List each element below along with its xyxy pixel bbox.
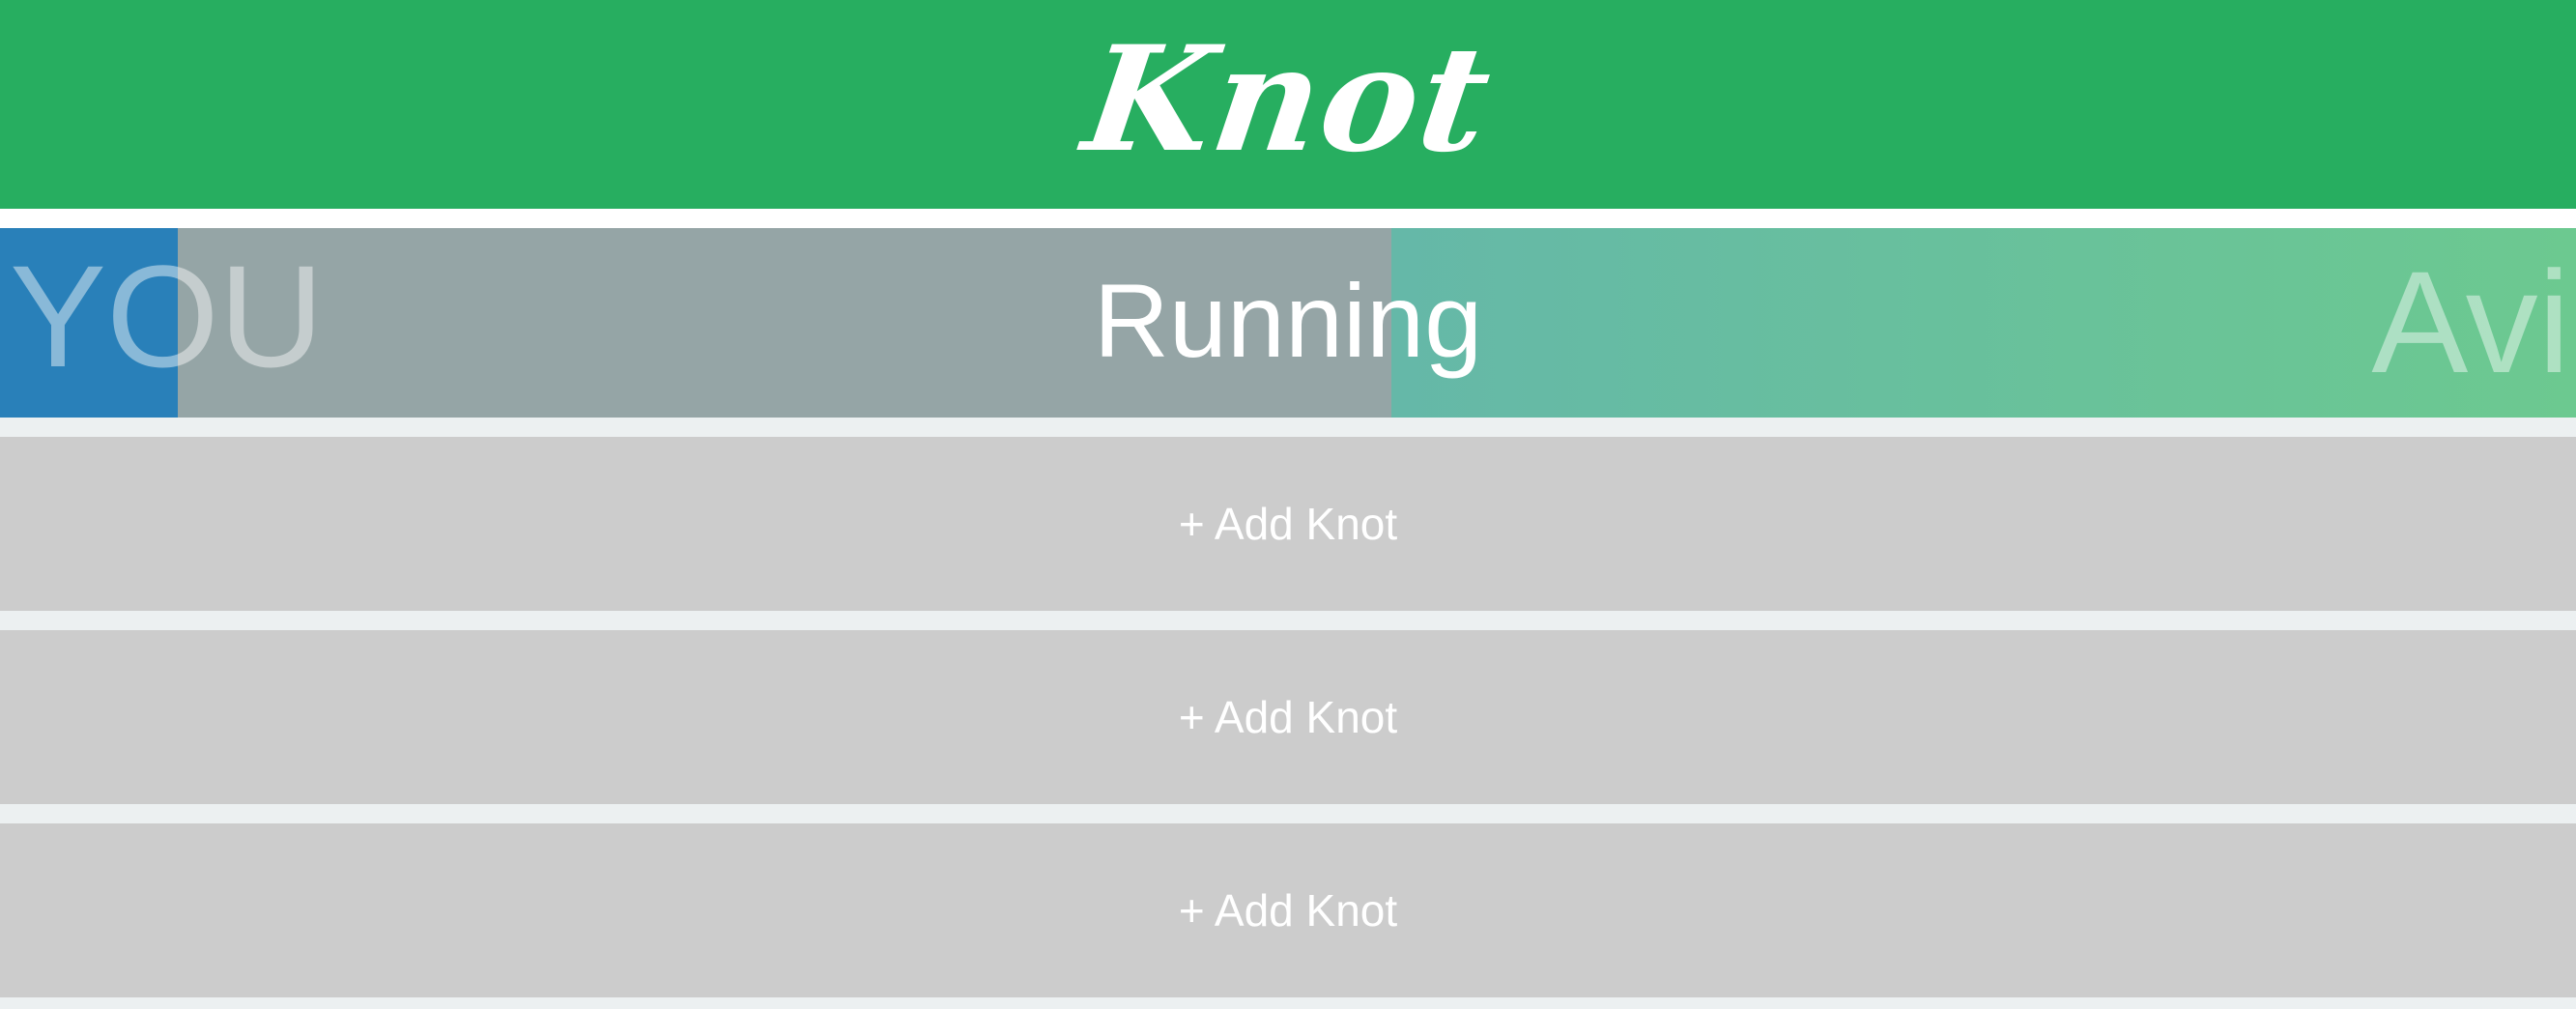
app-logo: Knot: [1074, 14, 1502, 185]
progress-bar: YOU Running Avi: [0, 228, 2576, 418]
app-header: Knot: [0, 0, 2576, 209]
add-knot-button[interactable]: + Add Knot: [0, 823, 2576, 997]
other-user-label: Avi: [2371, 241, 2570, 403]
add-knot-label: + Add Knot: [1178, 885, 1398, 936]
add-knot-button[interactable]: + Add Knot: [0, 630, 2576, 804]
header-divider: [0, 209, 2576, 228]
add-knot-button[interactable]: + Add Knot: [0, 437, 2576, 611]
add-knot-label: + Add Knot: [1178, 499, 1398, 549]
activity-label: Running: [1093, 262, 1483, 379]
add-knot-label: + Add Knot: [1178, 692, 1398, 742]
